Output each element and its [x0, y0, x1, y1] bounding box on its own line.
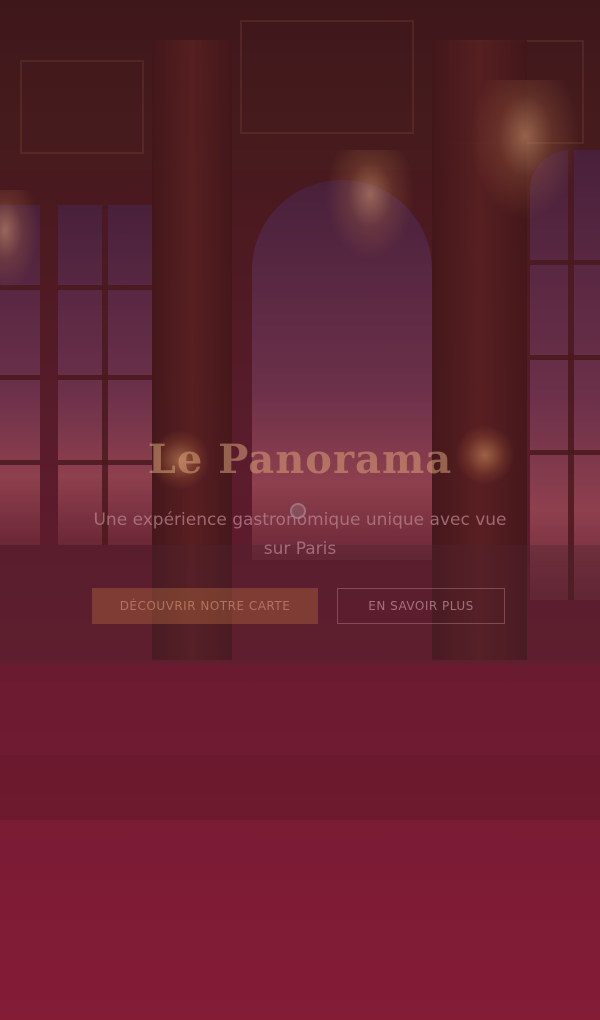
- discover-menu-button[interactable]: DÉCOUVRIR NOTRE CARTE: [92, 588, 318, 624]
- loading-indicator: [290, 503, 306, 519]
- hero-section: Le Panorama Une expérience gastronomique…: [0, 0, 600, 1020]
- hero-title: Le Panorama: [147, 436, 453, 483]
- learn-more-button[interactable]: EN SAVOIR PLUS: [337, 588, 505, 624]
